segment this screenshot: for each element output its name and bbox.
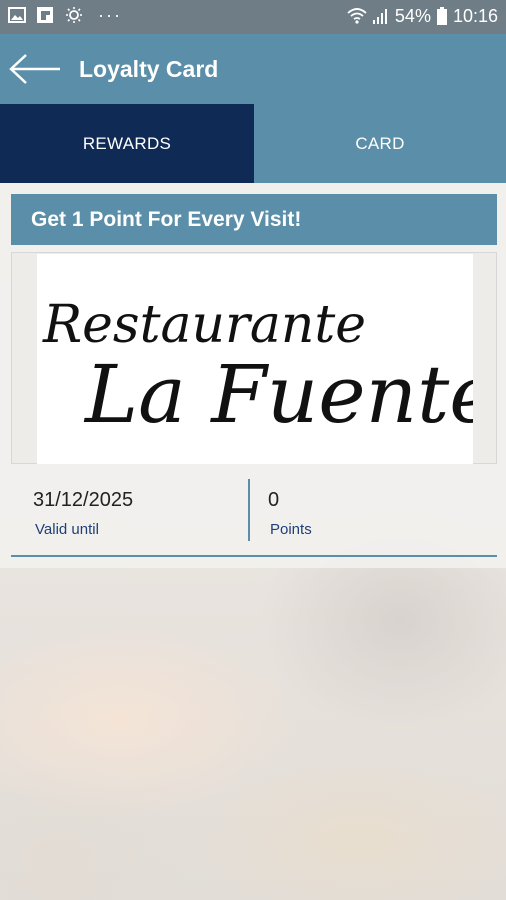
points-section: 0 Points: [248, 479, 499, 541]
status-bar: ··· 54% 10:16: [0, 0, 506, 34]
valid-until-date: 31/12/2025: [33, 489, 134, 511]
logo-line-2: La Fuente: [83, 348, 473, 441]
wifi-icon: [347, 7, 367, 25]
points-label: Points: [270, 521, 312, 538]
valid-until-section: 31/12/2025 Valid until: [11, 479, 247, 541]
gallery-icon: [8, 6, 26, 24]
points-value: 0: [268, 489, 280, 511]
flipboard-icon: [36, 6, 54, 24]
page-title: Loyalty Card: [79, 56, 219, 82]
app-bar: Loyalty Card: [0, 34, 506, 104]
tab-card[interactable]: CARD: [254, 104, 506, 183]
card-info: 31/12/2025 Valid until 0 Points: [11, 479, 497, 557]
clock: 10:16: [452, 6, 498, 26]
reward-banner: Get 1 Point For Every Visit!: [11, 194, 497, 245]
logo-line-1: Restaurante: [42, 295, 366, 355]
brightness-icon: [64, 6, 82, 24]
arrow-left-icon: [8, 54, 64, 92]
loyalty-card-panel: Get 1 Point For Every Visit! Restaurante…: [0, 183, 506, 568]
back-button[interactable]: [8, 50, 64, 88]
tab-rewards[interactable]: REWARDS: [0, 104, 254, 183]
valid-until-label: Valid until: [35, 521, 99, 538]
battery-percent: 54%: [394, 6, 431, 26]
battery-icon: [436, 7, 447, 25]
logo-frame: Restaurante La Fuente: [11, 252, 497, 464]
restaurant-logo: Restaurante La Fuente: [37, 254, 497, 464]
reward-banner-text: Get 1 Point For Every Visit!: [31, 207, 302, 231]
signal-icon: [371, 7, 389, 25]
more-notifications: ···: [98, 5, 122, 25]
tab-bar: REWARDS CARD: [0, 104, 506, 183]
